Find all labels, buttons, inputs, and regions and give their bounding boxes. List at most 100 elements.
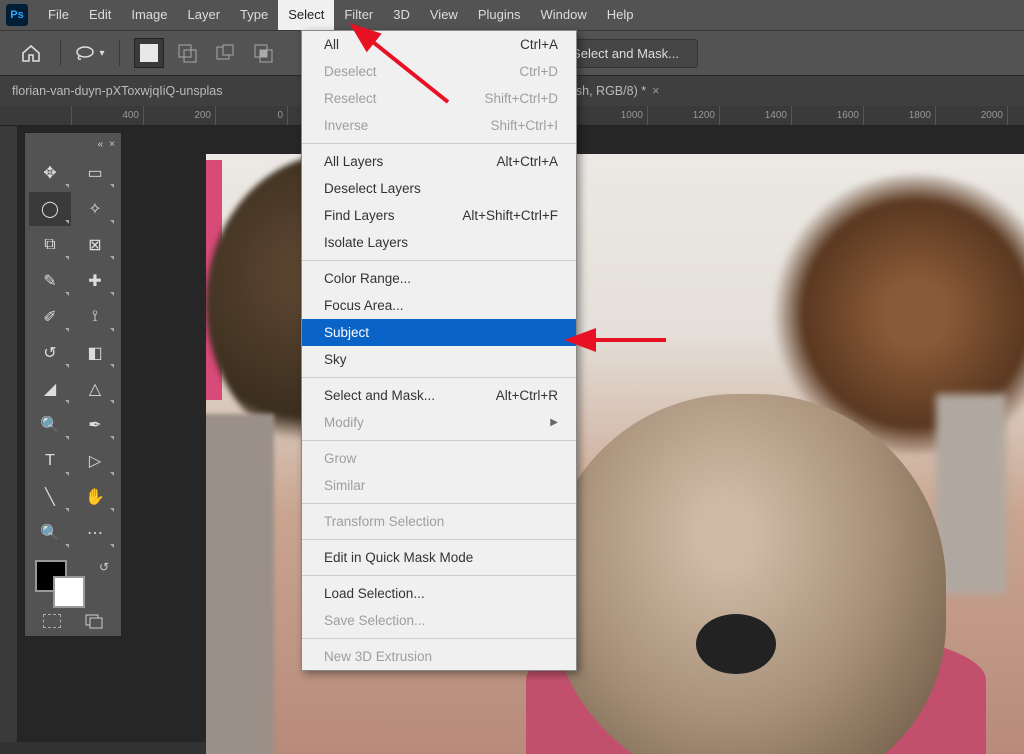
menu-plugins[interactable]: Plugins — [468, 0, 531, 30]
separator — [119, 40, 120, 66]
menu-item-grow: Grow — [302, 445, 576, 472]
menu-item-label: Select and Mask... — [324, 386, 435, 405]
menu-item-label: All Layers — [324, 152, 383, 171]
menu-item-inverse: InverseShift+Ctrl+I — [302, 112, 576, 139]
menu-item-new-3d-extrusion: New 3D Extrusion — [302, 643, 576, 670]
quickmask-icon[interactable] — [43, 614, 61, 628]
ruler-tick: 1200 — [648, 106, 720, 125]
select-menu-dropdown: AllCtrl+ADeselectCtrl+DReselectShift+Ctr… — [301, 30, 577, 671]
menu-item-subject[interactable]: Subject — [302, 319, 576, 346]
menu-type[interactable]: Type — [230, 0, 278, 30]
selection-subtract-icon[interactable] — [210, 38, 240, 68]
menu-image[interactable]: Image — [121, 0, 177, 30]
menu-separator — [302, 143, 576, 144]
menu-item-label: Deselect Layers — [324, 179, 421, 198]
menu-item-focus-area[interactable]: Focus Area... — [302, 292, 576, 319]
magic-wand-tool[interactable]: ✧ — [74, 192, 116, 226]
eyedropper-tool[interactable]: ✎ — [29, 264, 71, 298]
menu-item-shortcut: Alt+Ctrl+A — [496, 152, 558, 171]
app-logo: Ps — [6, 4, 28, 26]
menu-item-select-and-mask[interactable]: Select and Mask... Alt+Ctrl+R — [302, 382, 576, 409]
menu-item-isolate-layers[interactable]: Isolate Layers — [302, 229, 576, 256]
marquee-tool[interactable]: ▭ — [74, 156, 116, 190]
tools-panel: « × ✥▭◯✧⧉⊠✎✚✐⟟↺◧◢△🔍✒T▷╲✋🔍⋯ ↺ — [24, 132, 122, 637]
brush-tool[interactable]: ✐ — [29, 300, 71, 334]
zoom-tool[interactable]: 🔍 — [29, 516, 71, 550]
menu-item-reselect: ReselectShift+Ctrl+D — [302, 85, 576, 112]
ruler-tick: 1400 — [720, 106, 792, 125]
screenmode-icon[interactable] — [85, 614, 103, 628]
menu-help[interactable]: Help — [597, 0, 644, 30]
healing-tool[interactable]: ✚ — [74, 264, 116, 298]
eraser-tool[interactable]: ◧ — [74, 336, 116, 370]
menu-item-transform-selection: Transform Selection — [302, 508, 576, 535]
selection-new-icon[interactable] — [134, 38, 164, 68]
menu-item-label: Isolate Layers — [324, 233, 408, 252]
menu-item-shortcut: Alt+Shift+Ctrl+F — [462, 206, 558, 225]
ruler-tick: 1000 — [576, 106, 648, 125]
stamp-tool[interactable]: ⟟ — [74, 300, 116, 334]
close-icon[interactable]: × — [652, 84, 659, 98]
lasso-options-icon[interactable]: ▾ — [75, 38, 105, 68]
ruler-tick — [0, 106, 72, 125]
hand-tool[interactable]: ✋ — [74, 480, 116, 514]
menu-item-all[interactable]: AllCtrl+A — [302, 31, 576, 58]
menu-separator — [302, 539, 576, 540]
pen-tool[interactable]: ✒ — [74, 408, 116, 442]
menu-item-label: Focus Area... — [324, 296, 404, 315]
lasso-tool[interactable]: ◯ — [29, 192, 71, 226]
menu-item-label: Color Range... — [324, 269, 411, 288]
menu-file[interactable]: File — [38, 0, 79, 30]
move-tool[interactable]: ✥ — [29, 156, 71, 190]
menu-edit[interactable]: Edit — [79, 0, 121, 30]
type-tool[interactable]: T — [29, 444, 71, 478]
menu-window[interactable]: Window — [530, 0, 596, 30]
menu-item-sky[interactable]: Sky — [302, 346, 576, 373]
menu-item-shortcut: Alt+Ctrl+R — [496, 386, 558, 405]
menu-layer[interactable]: Layer — [178, 0, 231, 30]
blur-tool[interactable]: △ — [74, 372, 116, 406]
menu-separator — [302, 575, 576, 576]
menu-item-label: Find Layers — [324, 206, 395, 225]
home-icon[interactable] — [16, 38, 46, 68]
menu-item-label: Edit in Quick Mask Mode — [324, 548, 473, 567]
separator — [60, 40, 61, 66]
menu-filter[interactable]: Filter — [334, 0, 383, 30]
more-tool[interactable]: ⋯ — [74, 516, 116, 550]
background-color-swatch[interactable] — [53, 576, 85, 608]
dodge-tool[interactable]: 🔍 — [29, 408, 71, 442]
menu-separator — [302, 377, 576, 378]
menu-item-shortcut: Ctrl+A — [520, 35, 558, 54]
menu-item-save-selection: Save Selection... — [302, 607, 576, 634]
swap-colors-icon[interactable]: ↺ — [99, 560, 109, 574]
close-icon[interactable]: × — [109, 139, 115, 150]
menu-item-label: Inverse — [324, 116, 368, 135]
menu-select[interactable]: Select — [278, 0, 334, 30]
ruler-tick: 2000 — [936, 106, 1008, 125]
frame-tool[interactable]: ⊠ — [74, 228, 116, 262]
menu-item-label: Transform Selection — [324, 512, 444, 531]
history-brush-tool[interactable]: ↺ — [29, 336, 71, 370]
gradient-tool[interactable]: ◢ — [29, 372, 71, 406]
menu-item-find-layers[interactable]: Find Layers Alt+Shift+Ctrl+F — [302, 202, 576, 229]
selection-intersect-icon[interactable] — [248, 38, 278, 68]
selection-add-icon[interactable] — [172, 38, 202, 68]
submenu-arrow-icon: ▶ — [550, 413, 558, 432]
menu-item-color-range[interactable]: Color Range... — [302, 265, 576, 292]
ruler-tick: 2200 — [1008, 106, 1024, 125]
menu-separator — [302, 503, 576, 504]
menu-separator — [302, 260, 576, 261]
menu-item-edit-in-quick-mask-mode[interactable]: Edit in Quick Mask Mode — [302, 544, 576, 571]
menu-item-deselect-layers[interactable]: Deselect Layers — [302, 175, 576, 202]
menu-item-all-layers[interactable]: All Layers Alt+Ctrl+A — [302, 148, 576, 175]
menu-3d[interactable]: 3D — [383, 0, 420, 30]
menu-separator — [302, 440, 576, 441]
line-tool[interactable]: ╲ — [29, 480, 71, 514]
crop-tool[interactable]: ⧉ — [29, 228, 71, 262]
menu-item-load-selection[interactable]: Load Selection... — [302, 580, 576, 607]
menu-view[interactable]: View — [420, 0, 468, 30]
collapse-icon[interactable]: « — [98, 139, 104, 150]
menu-item-label: Load Selection... — [324, 584, 425, 603]
path-select-tool[interactable]: ▷ — [74, 444, 116, 478]
document-tab[interactable]: florian-van-duyn-pXToxwjqIiQ-unsplas — [12, 84, 229, 98]
